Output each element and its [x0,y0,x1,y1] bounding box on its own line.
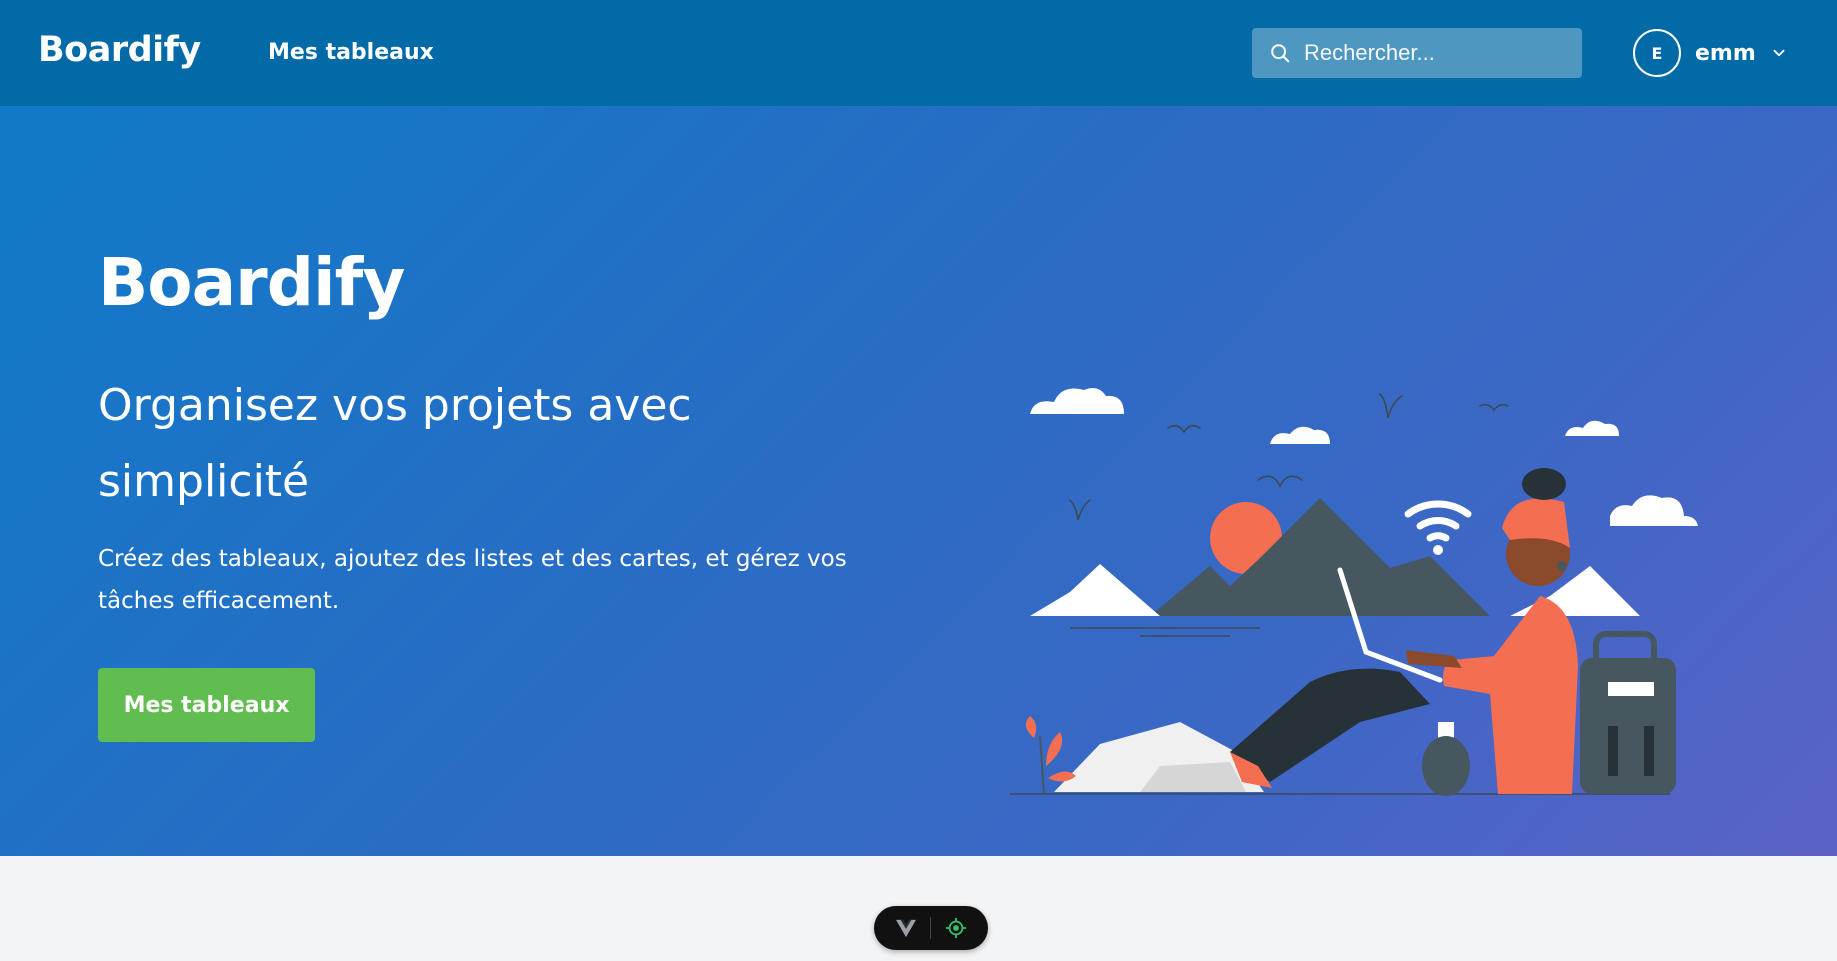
avatar[interactable]: E [1633,29,1681,77]
devtools-toolbar[interactable] [874,906,988,950]
search-input[interactable] [1304,40,1564,66]
hero-section: Boardify Organisez vos projets avec simp… [0,106,1837,856]
chevron-down-icon[interactable] [1770,44,1788,62]
user-menu[interactable]: E emm [1633,29,1788,77]
username[interactable]: emm [1695,41,1756,66]
search-icon [1268,41,1292,65]
hero-title: Boardify [98,244,405,321]
vue-logo-icon[interactable] [895,918,917,938]
nav-link-my-boards[interactable]: Mes tableaux [268,40,434,65]
search-box[interactable] [1252,28,1582,78]
devtools-divider [930,917,932,939]
target-icon[interactable] [945,917,967,939]
brand-logo[interactable]: Boardify [38,30,201,70]
hero-subtitle: Organisez vos projets avec simplicité [98,380,692,507]
navbar: Boardify Mes tableaux E emm [0,0,1837,106]
hero-description: Créez des tableaux, ajoutez des listes e… [98,546,847,614]
my-boards-button[interactable]: Mes tableaux [98,668,315,742]
hero-illustration [1010,388,1698,796]
